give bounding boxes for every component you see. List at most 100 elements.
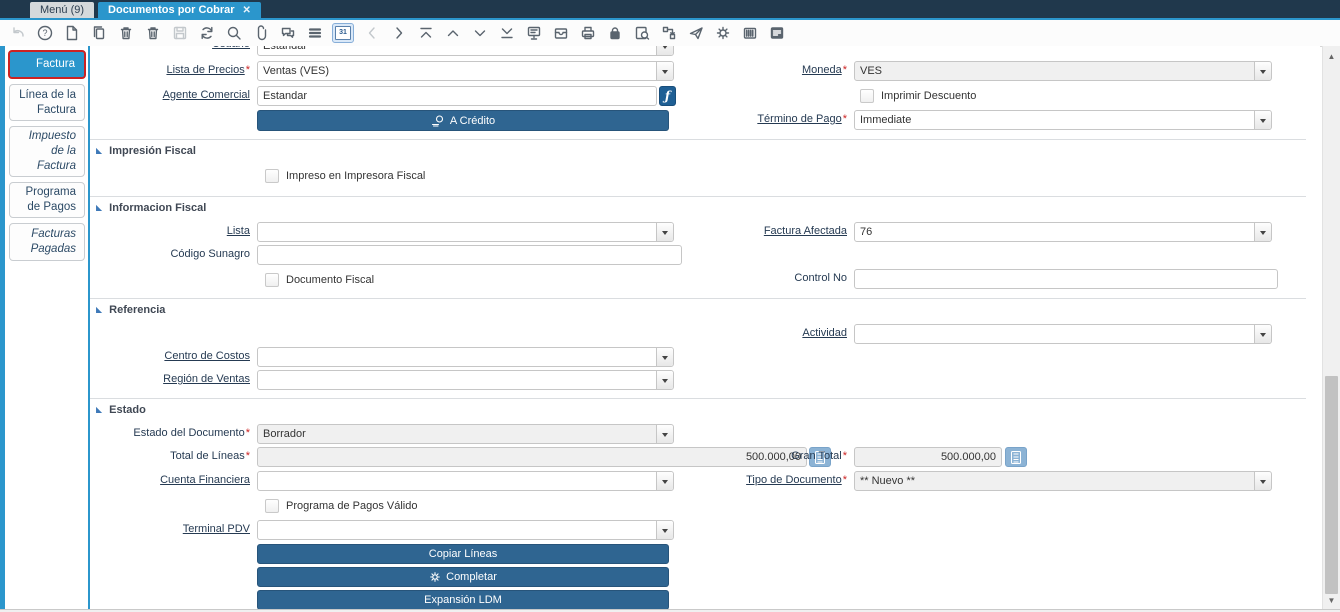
section-estado[interactable]: ◣Estado <box>96 403 146 417</box>
codigo-sunagro-label: Código Sunagro <box>90 248 250 262</box>
sidebar-tab-linea-de-la-factura[interactable]: Línea de la Factura <box>9 84 85 121</box>
copy-record-icon[interactable] <box>89 24 108 43</box>
control-no-label: Control No <box>637 272 847 286</box>
region-de-ventas-field[interactable] <box>257 370 674 390</box>
sidebar-accent-strip <box>0 46 5 612</box>
documento-fiscal-checkbox[interactable] <box>265 273 279 287</box>
agente-comercial-field[interactable]: Estandar <box>257 86 657 106</box>
chevron-down-icon[interactable] <box>656 348 673 366</box>
chevron-down-icon[interactable] <box>1254 472 1271 490</box>
terminal-pdv-field[interactable] <box>257 520 674 540</box>
agente-comercial-label: Agente Comercial <box>90 89 250 103</box>
total-de-lineas-label: Total de Líneas* <box>90 450 250 464</box>
chevron-down-icon[interactable] <box>1254 325 1271 343</box>
toggle-grid-icon[interactable] <box>305 24 324 43</box>
termino-de-pago-label: Término de Pago* <box>637 113 847 127</box>
sidebar-tab-impuesto-de-la-factura[interactable]: Impuesto de la Factura <box>9 126 85 177</box>
help-icon[interactable]: ? <box>35 24 54 43</box>
attachment-icon[interactable] <box>251 24 270 43</box>
tipo-de-documento-field[interactable]: ** Nuevo ** <box>854 471 1272 491</box>
codigo-sunagro-field[interactable] <box>257 245 682 265</box>
delete-selection-icon[interactable] <box>143 24 162 43</box>
preferences-icon[interactable] <box>713 24 732 43</box>
moneda-label: Moneda* <box>637 64 847 78</box>
completar-button[interactable]: Completar <box>257 567 669 587</box>
application-window: Menú (9) Documentos por Cobrar ✕ ? 31 <box>0 0 1340 612</box>
business-partner-quick-entry-button[interactable]: ƒ <box>659 86 676 106</box>
collapse-triangle-icon: ◣ <box>96 147 102 155</box>
cuenta-financiera-label: Cuenta Financiera <box>90 474 250 488</box>
save-icon <box>170 24 189 43</box>
centro-de-costos-field[interactable] <box>257 347 674 367</box>
sidebar-tab-facturas-pagadas[interactable]: Facturas Pagadas <box>9 223 85 261</box>
lista-field[interactable] <box>257 222 674 242</box>
new-record-icon[interactable] <box>62 24 81 43</box>
delete-record-icon[interactable] <box>116 24 135 43</box>
chevron-down-icon[interactable] <box>656 425 673 443</box>
zoom-across-icon[interactable] <box>632 24 651 43</box>
moneda-field[interactable]: VES <box>854 61 1272 81</box>
tab-menu[interactable]: Menú (9) <box>30 2 94 18</box>
gran-total-field[interactable]: 500.000,00 <box>854 447 1002 467</box>
sidebar-tab-factura[interactable]: Factura <box>8 50 86 79</box>
tab-menu-label: Menú (9) <box>40 4 84 16</box>
chat-icon[interactable] <box>278 24 297 43</box>
scroll-down-icon[interactable]: ▼ <box>1323 594 1340 608</box>
region-de-ventas-label: Región de Ventas <box>90 373 250 387</box>
control-no-field[interactable] <box>854 269 1278 289</box>
lista-de-precios-field[interactable]: Ventas (VES) <box>257 61 674 81</box>
report-icon[interactable] <box>524 24 543 43</box>
chevron-down-icon[interactable] <box>656 521 673 539</box>
print-icon[interactable] <box>578 24 597 43</box>
programa-de-pagos-valido-row: Programa de Pagos Válido <box>265 498 417 514</box>
tab-documentos-por-cobrar[interactable]: Documentos por Cobrar ✕ <box>98 2 261 18</box>
impreso-en-impresora-fiscal-checkbox[interactable] <box>265 169 279 183</box>
product-info-icon[interactable] <box>740 24 759 43</box>
chevron-down-icon[interactable] <box>1254 111 1271 129</box>
estado-del-documento-field[interactable]: Borrador <box>257 424 674 444</box>
send-icon[interactable] <box>686 24 705 43</box>
scrollbar-thumb[interactable] <box>1325 376 1338 594</box>
imprimir-descuento-checkbox[interactable] <box>860 89 874 103</box>
last-record-icon[interactable] <box>497 24 516 43</box>
actividad-field[interactable] <box>854 324 1272 344</box>
impreso-en-impresora-fiscal-row: Impreso en Impresora Fiscal <box>265 168 425 184</box>
workflow-icon[interactable] <box>659 24 678 43</box>
gran-total-label: Gran Total* <box>637 450 847 464</box>
section-divider <box>90 196 1306 197</box>
calendar-day-label: 31 <box>335 26 351 40</box>
factura-afectada-field[interactable]: 76 <box>854 222 1272 242</box>
chevron-down-icon[interactable] <box>1254 223 1271 241</box>
programa-de-pagos-valido-checkbox[interactable] <box>265 499 279 513</box>
section-informacion-fiscal[interactable]: ◣Informacion Fiscal <box>96 201 206 215</box>
vertical-scrollbar[interactable]: ▲ ▼ <box>1322 46 1340 612</box>
first-record-icon[interactable] <box>416 24 435 43</box>
termino-de-pago-field[interactable]: Immediate <box>854 110 1272 130</box>
scroll-up-icon[interactable]: ▲ <box>1323 50 1340 64</box>
close-icon[interactable]: ✕ <box>243 5 251 16</box>
chevron-down-icon[interactable] <box>1254 62 1271 80</box>
detail-record-icon[interactable] <box>470 24 489 43</box>
chevron-down-icon[interactable] <box>656 46 673 55</box>
find-icon[interactable] <box>224 24 243 43</box>
next-record-icon[interactable] <box>389 24 408 43</box>
sidebar-tab-programa-de-pagos[interactable]: Programa de Pagos <box>9 182 85 218</box>
cuenta-financiera-field[interactable] <box>257 471 674 491</box>
chevron-down-icon[interactable] <box>656 371 673 389</box>
a-credito-button[interactable]: A Crédito <box>257 110 669 131</box>
section-referencia[interactable]: ◣Referencia <box>96 303 165 317</box>
help-document-icon[interactable] <box>767 24 786 43</box>
tipo-de-documento-label: Tipo de Documento* <box>637 474 847 488</box>
calendar-icon[interactable]: 31 <box>332 23 354 43</box>
section-impresion-fiscal[interactable]: ◣Impresión Fiscal <box>96 144 196 158</box>
lock-icon[interactable] <box>605 24 624 43</box>
usuario-field[interactable]: Estandar <box>257 46 674 56</box>
function-icon: ƒ <box>665 89 670 103</box>
calculator-button[interactable] <box>1005 447 1027 467</box>
refresh-icon[interactable] <box>197 24 216 43</box>
archive-icon[interactable] <box>551 24 570 43</box>
terminal-pdv-label: Terminal PDV <box>90 523 250 537</box>
parent-record-icon[interactable] <box>443 24 462 43</box>
copiar-lineas-button[interactable]: Copiar Líneas <box>257 544 669 564</box>
expansion-ldm-button[interactable]: Expansión LDM <box>257 590 669 610</box>
